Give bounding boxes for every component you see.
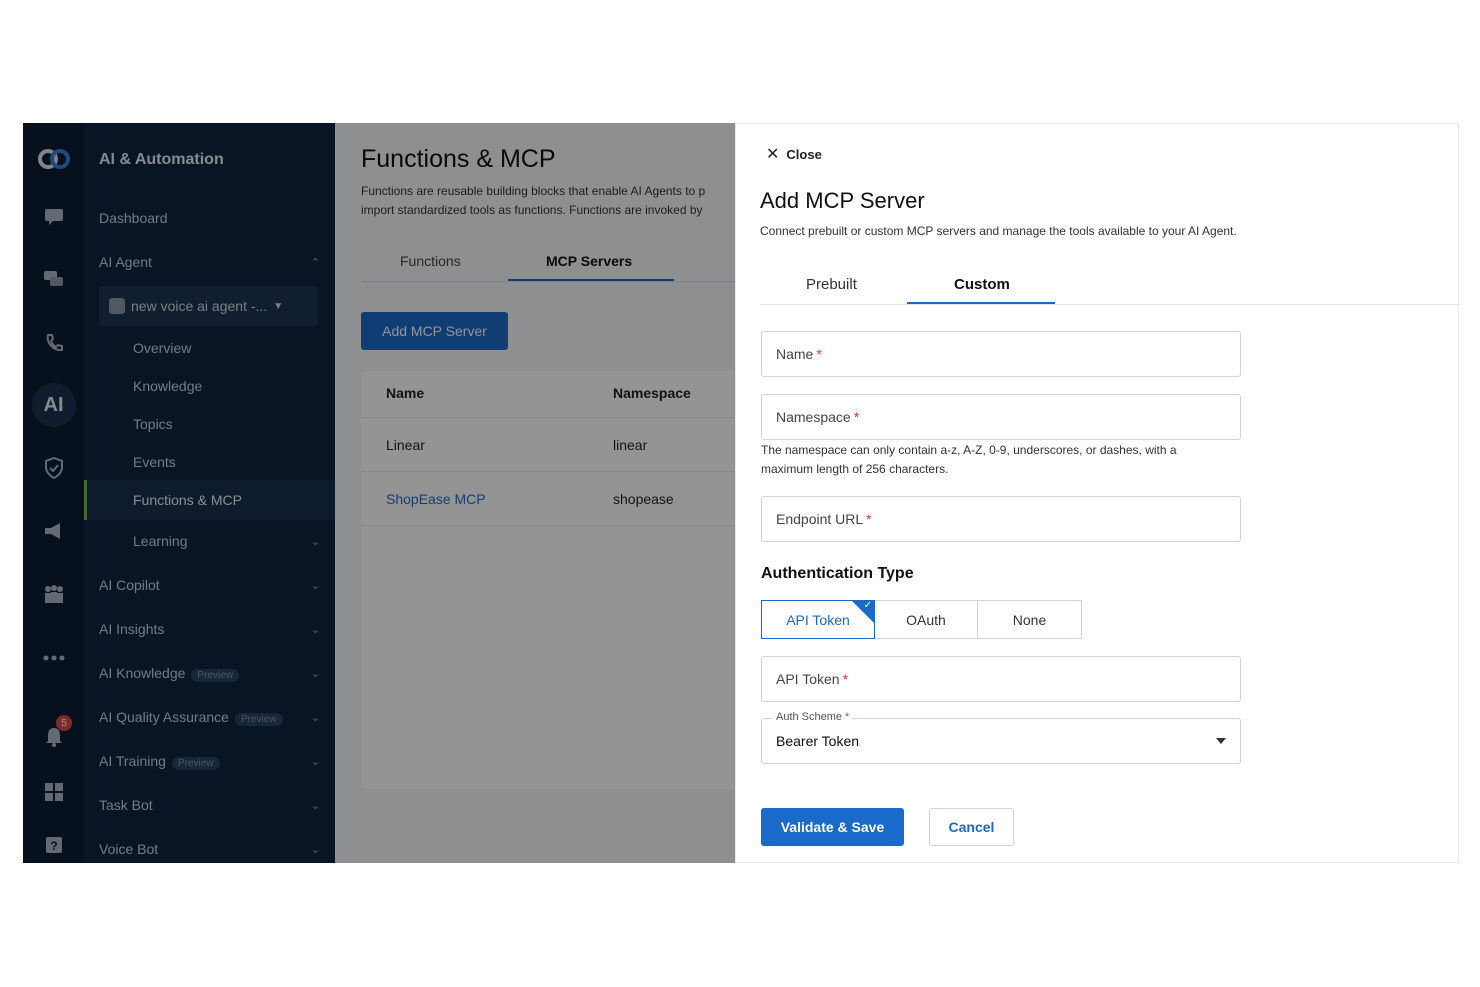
auth-option-oauth[interactable]: OAuth	[874, 600, 978, 639]
name-field[interactable]: Name *	[761, 331, 1241, 377]
namespace-field[interactable]: Namespace *	[761, 394, 1241, 440]
app-window: AI 5 ? AI & Automation Dashboard AI Agen…	[23, 123, 1459, 863]
dropdown-caret-icon	[1216, 738, 1226, 744]
tab-active-indicator	[907, 302, 1055, 304]
auth-option-none[interactable]: None	[977, 600, 1082, 639]
drawer-title: Add MCP Server	[760, 188, 925, 213]
required-marker: *	[866, 511, 872, 527]
tab-prebuilt[interactable]: Prebuilt	[806, 276, 857, 293]
add-mcp-server-drawer: ✕ Close Add MCP Server Connect prebuilt …	[735, 123, 1459, 863]
required-marker: *	[842, 671, 849, 687]
api-token-field[interactable]: API Token *	[761, 656, 1241, 702]
close-button[interactable]: ✕ Close	[766, 144, 822, 164]
cancel-button[interactable]: Cancel	[929, 808, 1014, 846]
required-marker: *	[853, 409, 860, 425]
drawer-subtitle: Connect prebuilt or custom MCP servers a…	[760, 224, 1237, 238]
auth-scheme-value: Bearer Token	[776, 733, 860, 749]
endpoint-url-field[interactable]: Endpoint URL *	[761, 496, 1241, 542]
auth-option-api-token[interactable]: API Token ✓	[761, 600, 875, 639]
modal-backdrop[interactable]	[23, 123, 735, 863]
auth-scheme-label: Auth Scheme *	[772, 711, 854, 723]
tab-custom[interactable]: Custom	[954, 276, 1010, 293]
validate-save-button[interactable]: Validate & Save	[761, 808, 904, 846]
auth-scheme-select[interactable]: Auth Scheme * Bearer Token	[761, 711, 1241, 764]
close-icon: ✕	[766, 146, 780, 163]
required-marker: *	[816, 346, 822, 362]
check-icon: ✓	[863, 600, 872, 611]
tabs-divider	[760, 304, 1459, 305]
namespace-hint: The namespace can only contain a-z, A-Z,…	[761, 443, 1177, 476]
auth-type-selector: API Token ✓ OAuth None	[761, 600, 1083, 639]
auth-type-heading: Authentication Type	[761, 565, 914, 582]
